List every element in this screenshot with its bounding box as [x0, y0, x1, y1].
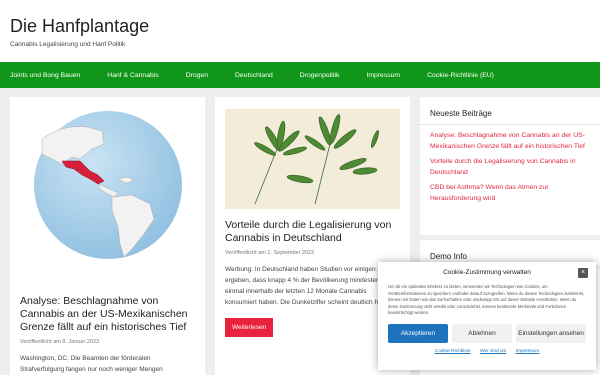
- nav-item-drogen[interactable]: Drogen: [186, 72, 208, 79]
- nav-item-hanf-cannabis[interactable]: Hanf & Cannabis: [107, 72, 158, 79]
- post-meta: Veröffentlicht am 9. Januar 2023: [20, 339, 100, 345]
- post-card: Analyse: Beschlagnahme von Cannabis an d…: [10, 97, 205, 375]
- view-settings-button[interactable]: Einstellungen ansehen: [516, 323, 586, 343]
- post-thumbnail[interactable]: [10, 97, 205, 267]
- post-thumbnail[interactable]: [225, 109, 400, 209]
- nav-item-drogenpolitik[interactable]: Drogenpolitik: [300, 72, 340, 79]
- recent-post-link[interactable]: Vorteile durch die Legalisierung von Can…: [430, 157, 590, 178]
- close-icon[interactable]: ×: [578, 268, 588, 278]
- post-title[interactable]: Vorteile durch die Legalisierung von Can…: [225, 219, 400, 245]
- nav-item-cookie-richtlinie[interactable]: Cookie-Richtlinie (EU): [427, 72, 494, 79]
- post-excerpt: Washington, DC: Die Beamten der förderal…: [20, 355, 163, 373]
- site-description: Cannabis Legalisierung und Hanf Politik: [10, 41, 126, 48]
- main-navigation: Joints und Bong Bauen Hanf & Cannabis Dr…: [0, 62, 600, 88]
- accept-button[interactable]: Akzeptieren: [388, 323, 448, 343]
- imprint-link[interactable]: Impressum: [516, 349, 540, 354]
- post-meta: Veröffentlicht am 1. September 2022: [225, 250, 315, 256]
- post-excerpt: Werbung: In Deutschland haben Studien vo…: [225, 266, 398, 306]
- about-us-link[interactable]: Wer sind wir: [480, 349, 506, 354]
- cookie-buttons: Akzeptieren Ablehnen Einstellungen anseh…: [388, 323, 586, 343]
- cookie-consent-dialog: Cookie-Zustimmung verwalten × Um dir ein…: [378, 262, 596, 370]
- site-header: Die Hanfplantage Cannabis Legalisierung …: [0, 0, 600, 62]
- cookie-dialog-title: Cookie-Zustimmung verwalten: [443, 269, 531, 276]
- nav-item-joints[interactable]: Joints und Bong Bauen: [10, 72, 80, 79]
- recent-post-link[interactable]: Analyse: Beschlagnahme von Cannabis an d…: [430, 131, 590, 152]
- nav-item-deutschland[interactable]: Deutschland: [235, 72, 273, 79]
- cannabis-illustration-image[interactable]: [225, 109, 400, 209]
- read-more-button[interactable]: Weiterlesen: [225, 318, 274, 337]
- cookie-links: Cookie-Richtlinie Wer sind wir Impressum: [388, 349, 586, 354]
- cookie-dialog-text: Um dir ein optimales Erlebnis zu bieten,…: [388, 284, 585, 315]
- site-title[interactable]: Die Hanfplantage: [10, 16, 590, 36]
- recent-post-link[interactable]: CBD bei Asthma? Wenn das Atmen zur Herau…: [430, 183, 590, 204]
- deny-button[interactable]: Ablehnen: [452, 323, 512, 343]
- cookie-policy-link[interactable]: Cookie-Richtlinie: [435, 349, 471, 354]
- recent-posts-list: Analyse: Beschlagnahme von Cannabis an d…: [420, 125, 600, 215]
- post-text: Analyse: Beschlagnahme von Cannabis an d…: [10, 275, 205, 375]
- post-title[interactable]: Analyse: Beschlagnahme von Cannabis an d…: [20, 295, 195, 334]
- sidebar-recent-posts: Neueste Beiträge Analyse: Beschlagnahme …: [420, 97, 600, 235]
- globe-map-image[interactable]: [32, 109, 184, 261]
- nav-item-impressum[interactable]: Impressum: [366, 72, 400, 79]
- widget-title: Neueste Beiträge: [420, 97, 600, 125]
